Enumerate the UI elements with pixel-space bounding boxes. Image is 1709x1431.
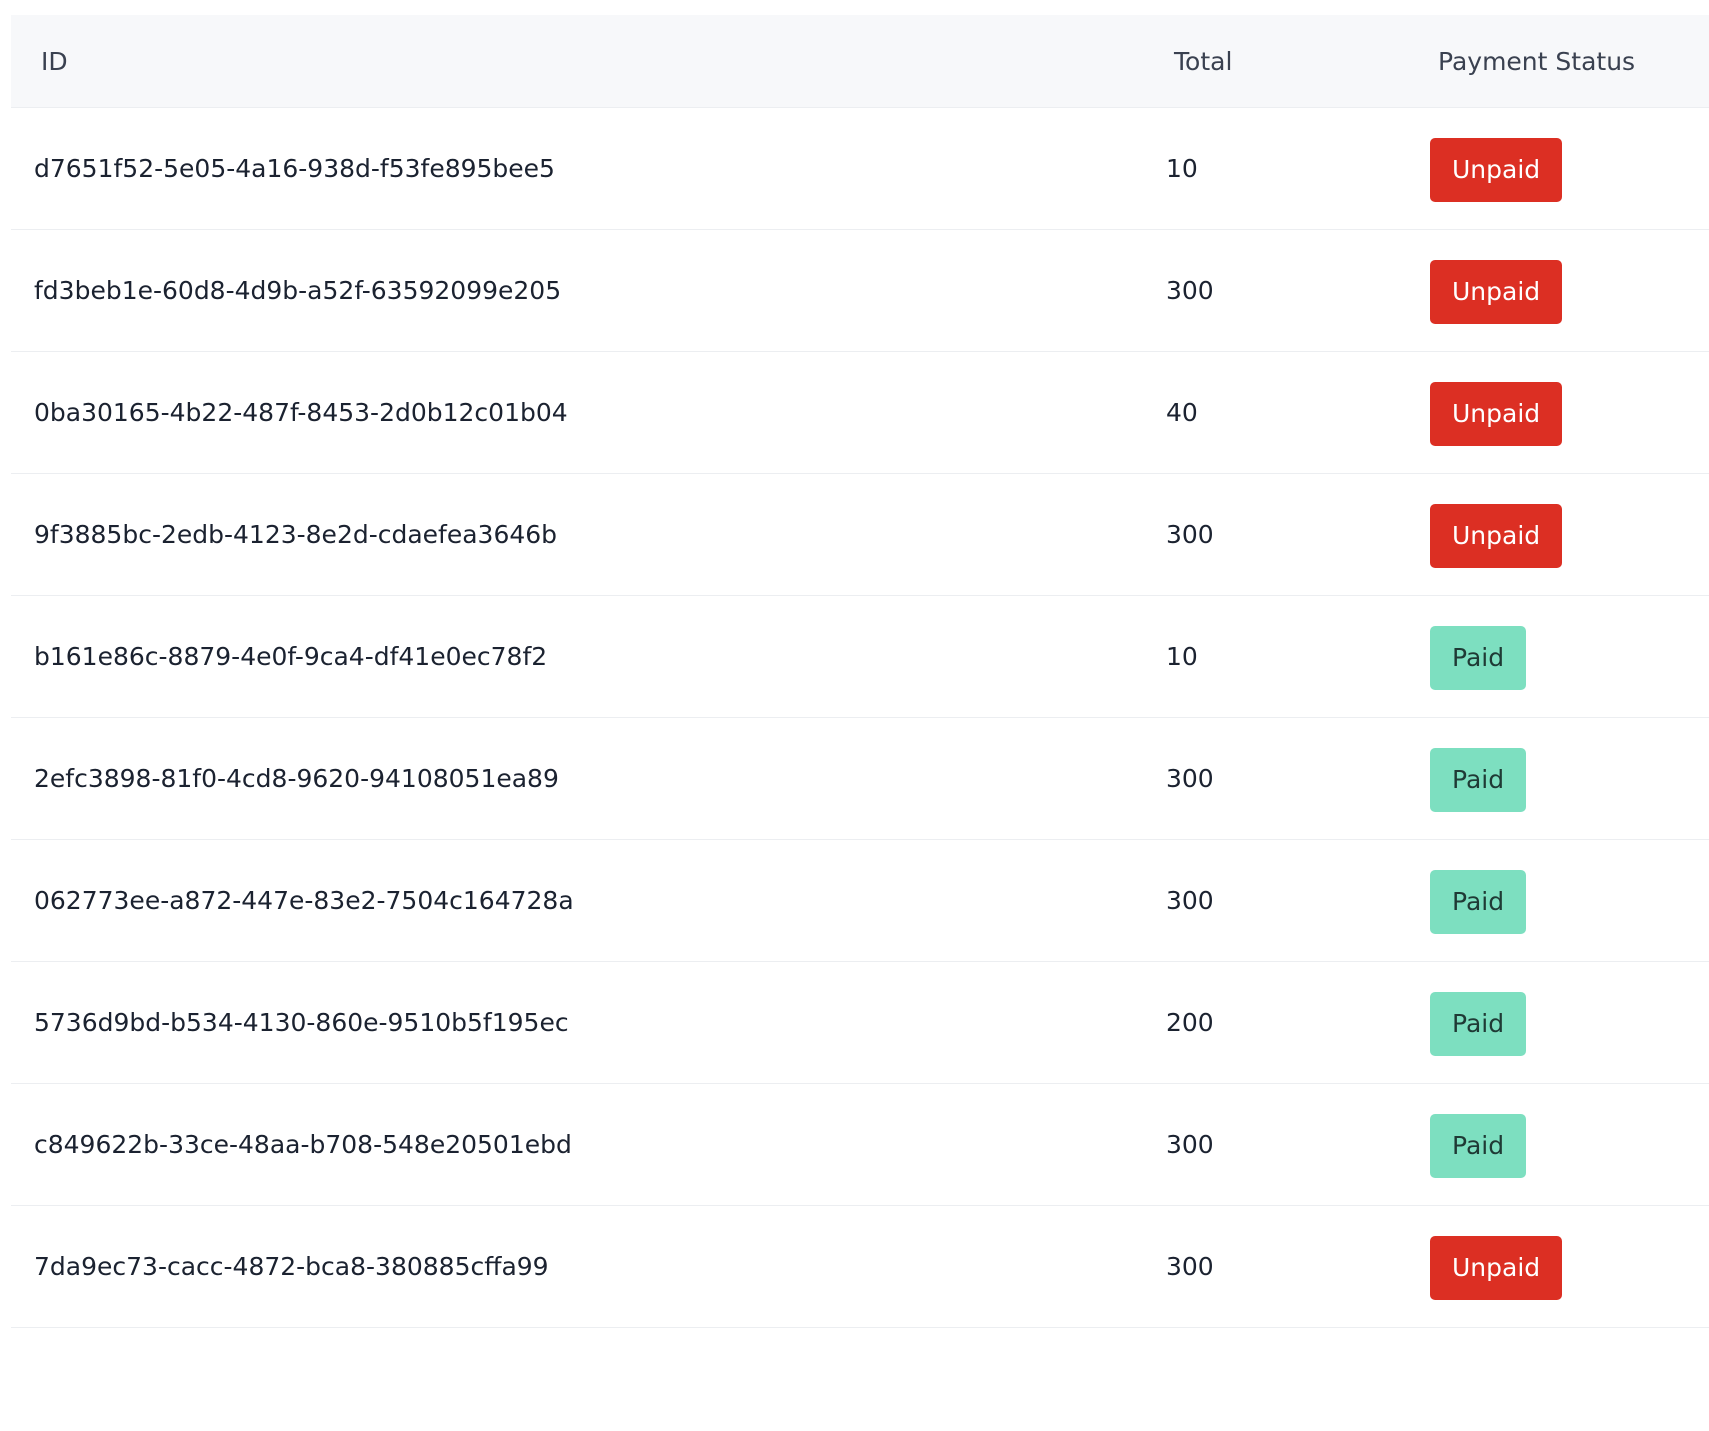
payment-status-badge: Unpaid bbox=[1430, 260, 1563, 324]
payment-status-badge: Paid bbox=[1430, 992, 1527, 1056]
table-row[interactable]: 5736d9bd-b534-4130-860e-9510b5f195ec 200… bbox=[11, 962, 1709, 1084]
order-id-cell: 2efc3898-81f0-4cd8-9620-94108051ea89 bbox=[34, 764, 559, 793]
table-row[interactable]: 2efc3898-81f0-4cd8-9620-94108051ea89 300… bbox=[11, 718, 1709, 840]
order-total-cell: 300 bbox=[1166, 1130, 1214, 1159]
order-id-cell: 7da9ec73-cacc-4872-bca8-380885cffa99 bbox=[34, 1252, 549, 1281]
table-row[interactable]: b161e86c-8879-4e0f-9ca4-df41e0ec78f2 10 … bbox=[11, 596, 1709, 718]
order-total-cell: 10 bbox=[1166, 154, 1198, 183]
order-total-cell: 300 bbox=[1166, 1252, 1214, 1281]
table-row[interactable]: fd3beb1e-60d8-4d9b-a52f-63592099e205 300… bbox=[11, 230, 1709, 352]
column-header-payment-status[interactable]: Payment Status bbox=[1438, 47, 1635, 76]
table-row[interactable]: 7da9ec73-cacc-4872-bca8-380885cffa99 300… bbox=[11, 1206, 1709, 1328]
order-total-cell: 300 bbox=[1166, 764, 1214, 793]
order-total-cell: 300 bbox=[1166, 276, 1214, 305]
order-total-cell: 200 bbox=[1166, 1008, 1214, 1037]
table-row[interactable]: 9f3885bc-2edb-4123-8e2d-cdaefea3646b 300… bbox=[11, 474, 1709, 596]
table-row[interactable]: 062773ee-a872-447e-83e2-7504c164728a 300… bbox=[11, 840, 1709, 962]
order-total-cell: 40 bbox=[1166, 398, 1198, 427]
order-id-cell: c849622b-33ce-48aa-b708-548e20501ebd bbox=[34, 1130, 572, 1159]
payment-status-badge: Paid bbox=[1430, 748, 1527, 812]
payment-status-badge: Paid bbox=[1430, 870, 1527, 934]
payment-status-badge: Unpaid bbox=[1430, 382, 1563, 446]
payment-status-badge: Unpaid bbox=[1430, 138, 1563, 202]
order-total-cell: 300 bbox=[1166, 886, 1214, 915]
order-total-cell: 10 bbox=[1166, 642, 1198, 671]
order-id-cell: b161e86c-8879-4e0f-9ca4-df41e0ec78f2 bbox=[34, 642, 548, 671]
table-header-row: ID Total Payment Status bbox=[11, 15, 1709, 108]
payment-status-badge: Paid bbox=[1430, 626, 1527, 690]
table-row[interactable]: c849622b-33ce-48aa-b708-548e20501ebd 300… bbox=[11, 1084, 1709, 1206]
order-id-cell: 062773ee-a872-447e-83e2-7504c164728a bbox=[34, 886, 574, 915]
order-total-cell: 300 bbox=[1166, 520, 1214, 549]
column-header-total[interactable]: Total bbox=[1174, 47, 1232, 76]
order-id-cell: 9f3885bc-2edb-4123-8e2d-cdaefea3646b bbox=[34, 520, 558, 549]
table-row[interactable]: d7651f52-5e05-4a16-938d-f53fe895bee5 10 … bbox=[11, 108, 1709, 230]
payment-status-badge: Unpaid bbox=[1430, 504, 1563, 568]
order-id-cell: 5736d9bd-b534-4130-860e-9510b5f195ec bbox=[34, 1008, 569, 1037]
payment-status-badge: Unpaid bbox=[1430, 1236, 1563, 1300]
orders-table: ID Total Payment Status d7651f52-5e05-4a… bbox=[11, 15, 1709, 1328]
table-row[interactable]: 0ba30165-4b22-487f-8453-2d0b12c01b04 40 … bbox=[11, 352, 1709, 474]
payment-status-badge: Paid bbox=[1430, 1114, 1527, 1178]
order-id-cell: d7651f52-5e05-4a16-938d-f53fe895bee5 bbox=[34, 154, 555, 183]
column-header-id[interactable]: ID bbox=[41, 47, 1141, 76]
order-id-cell: fd3beb1e-60d8-4d9b-a52f-63592099e205 bbox=[34, 276, 562, 305]
order-id-cell: 0ba30165-4b22-487f-8453-2d0b12c01b04 bbox=[34, 398, 568, 427]
